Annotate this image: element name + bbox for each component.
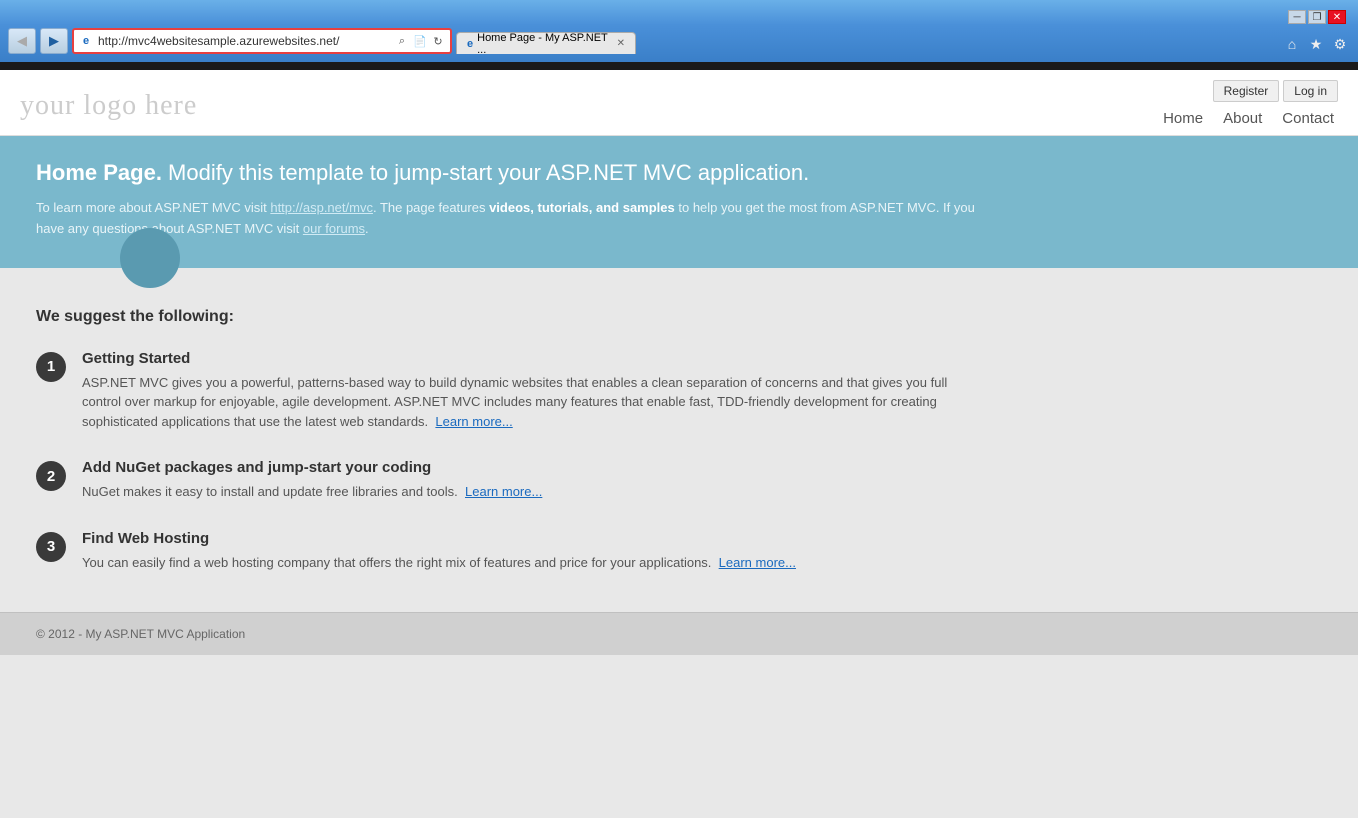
ie-icon: e	[78, 33, 94, 49]
website-content: your logo here Register Log in Home Abou…	[0, 70, 1358, 818]
item-desc-text-3: You can easily find a web hosting compan…	[82, 555, 711, 570]
hero-period: .	[365, 221, 369, 236]
right-toolbar: ⌂ ★ ⚙	[1282, 34, 1350, 54]
item-link-1[interactable]: Learn more...	[435, 414, 512, 429]
forward-button[interactable]: ▶	[40, 28, 68, 54]
tab-ie-icon: e	[467, 38, 473, 50]
restore-button[interactable]: ❐	[1308, 10, 1326, 24]
item-link-3[interactable]: Learn more...	[719, 555, 796, 570]
asp-link[interactable]: http://asp.net/mvc	[270, 200, 373, 215]
favorites-icon[interactable]: ★	[1306, 34, 1326, 54]
hero-title: Home Page. Modify this template to jump-…	[36, 160, 1322, 186]
suggest-title: We suggest the following:	[36, 308, 1322, 326]
item-desc-text-2: NuGet makes it easy to install and updat…	[82, 484, 458, 499]
url-input[interactable]	[98, 34, 394, 48]
title-bar: ─ ❐ ✕	[8, 6, 1350, 28]
item-content-2: Add NuGet packages and jump-start your c…	[82, 459, 542, 502]
item-number-1: 1	[36, 352, 66, 382]
site-logo: your logo here	[20, 80, 197, 122]
items-list: 1 Getting Started ASP.NET MVC gives you …	[36, 350, 1322, 573]
item-title-2: Add NuGet packages and jump-start your c…	[82, 459, 542, 476]
hero-circle-decoration	[120, 228, 180, 288]
main-content: We suggest the following: 1 Getting Star…	[0, 268, 1358, 593]
header-right: Register Log in Home About Contact	[1163, 80, 1338, 127]
item-desc-text-1: ASP.NET MVC gives you a powerful, patter…	[82, 375, 947, 429]
item-content-3: Find Web Hosting You can easily find a w…	[82, 530, 796, 573]
browser-chrome: ─ ❐ ✕ ◀ ▶ e ⌕ 📄 ↻ e Home Page - My ASP.N…	[0, 0, 1358, 62]
hero-title-bold: Home Page.	[36, 160, 162, 185]
tab-close-button[interactable]: ✕	[617, 38, 625, 49]
back-button[interactable]: ◀	[8, 28, 36, 54]
auth-buttons: Register Log in	[1213, 80, 1338, 102]
tab-title: Home Page - My ASP.NET ...	[477, 32, 608, 56]
item-number-3: 3	[36, 532, 66, 562]
item-title-3: Find Web Hosting	[82, 530, 796, 547]
nav-about[interactable]: About	[1223, 110, 1262, 127]
footer-text: © 2012 - My ASP.NET MVC Application	[36, 627, 245, 641]
nav-home[interactable]: Home	[1163, 110, 1203, 127]
hero-text: To learn more about ASP.NET MVC visit ht…	[36, 198, 996, 240]
tab-active[interactable]: e Home Page - My ASP.NET ... ✕	[456, 32, 636, 54]
close-button[interactable]: ✕	[1328, 10, 1346, 24]
address-bar[interactable]: e ⌕ 📄 ↻	[72, 28, 452, 54]
register-button[interactable]: Register	[1213, 80, 1280, 102]
list-item: 1 Getting Started ASP.NET MVC gives you …	[36, 350, 1322, 432]
hero-banner: Home Page. Modify this template to jump-…	[0, 136, 1358, 268]
site-header: your logo here Register Log in Home Abou…	[0, 70, 1358, 136]
hero-highlight: videos, tutorials, and samples	[489, 200, 675, 215]
login-button[interactable]: Log in	[1283, 80, 1338, 102]
refresh-icon[interactable]: ↻	[430, 33, 446, 49]
item-desc-3: You can easily find a web hosting compan…	[82, 553, 796, 573]
home-toolbar-icon[interactable]: ⌂	[1282, 34, 1302, 54]
item-desc-1: ASP.NET MVC gives you a powerful, patter…	[82, 373, 982, 432]
address-bar-icons: ⌕ 📄 ↻	[394, 33, 446, 49]
item-title-1: Getting Started	[82, 350, 982, 367]
nav-links: Home About Contact	[1163, 110, 1338, 127]
list-item: 2 Add NuGet packages and jump-start your…	[36, 459, 1322, 502]
hero-title-normal: Modify this template to jump-start your …	[162, 160, 809, 185]
nav-contact[interactable]: Contact	[1282, 110, 1334, 127]
hero-intro: To learn more about ASP.NET MVC visit	[36, 200, 270, 215]
hero-middle: . The page features	[373, 200, 489, 215]
minimize-button[interactable]: ─	[1288, 10, 1306, 24]
search-icon[interactable]: ⌕	[394, 33, 410, 49]
item-link-2[interactable]: Learn more...	[465, 484, 542, 499]
title-bar-buttons: ─ ❐ ✕	[1288, 10, 1346, 24]
site-footer: © 2012 - My ASP.NET MVC Application	[0, 612, 1358, 655]
item-content-1: Getting Started ASP.NET MVC gives you a …	[82, 350, 982, 432]
black-bar	[0, 62, 1358, 70]
compat-icon[interactable]: 📄	[412, 33, 428, 49]
list-item: 3 Find Web Hosting You can easily find a…	[36, 530, 1322, 573]
settings-icon[interactable]: ⚙	[1330, 34, 1350, 54]
item-number-2: 2	[36, 461, 66, 491]
forums-link[interactable]: our forums	[303, 221, 365, 236]
item-desc-2: NuGet makes it easy to install and updat…	[82, 482, 542, 502]
